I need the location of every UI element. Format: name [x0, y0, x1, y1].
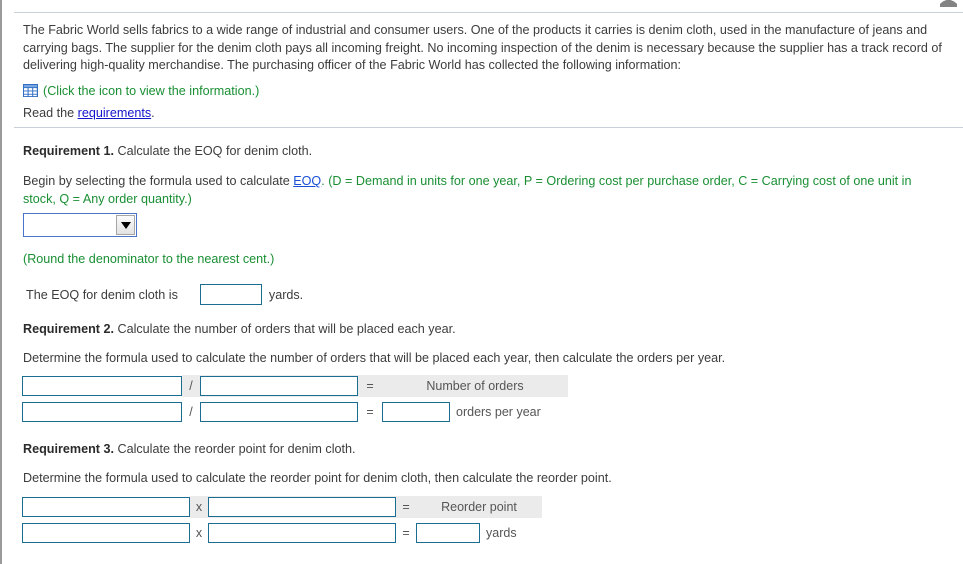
exercise-page: The Fabric World sells fabrics to a wide… [0, 0, 963, 564]
intro-paragraph: The Fabric World sells fabrics to a wide… [23, 23, 942, 72]
eoq-formula-dropdown[interactable] [23, 213, 137, 237]
eoq-answer-line: The EOQ for denim cloth is yards. [26, 284, 303, 305]
table-row [200, 375, 358, 397]
r2-row2-operand1-input[interactable] [22, 402, 182, 422]
requirements-link[interactable]: requirements [78, 106, 152, 120]
r2-row2-operand2-input[interactable] [200, 402, 358, 422]
table-grid-icon[interactable] [23, 84, 38, 97]
eoq-answer-input[interactable] [199, 284, 262, 305]
table-row [200, 401, 358, 423]
r3-result-unit: yards [486, 526, 517, 540]
requirement-1-label: Requirement 1. [23, 144, 114, 158]
requirement-1-title: Calculate the EOQ for denim cloth. [113, 144, 313, 158]
read-suffix: . [151, 105, 155, 120]
eoq-answer-unit: yards. [268, 287, 304, 302]
requirement-2-formula-grid: / = Number of orders / = orders per year [22, 375, 568, 423]
table-row [22, 522, 190, 544]
requirement-2-label: Requirement 2. [23, 322, 114, 336]
r2-row1-operand1-input[interactable] [22, 376, 182, 396]
read-requirements-line: Read the requirements. [23, 106, 951, 120]
requirement-3-label: Requirement 3. [23, 442, 114, 456]
chevron-down-icon[interactable] [116, 215, 135, 235]
requirement-3-instruction: Determine the formula used to calculate … [23, 471, 612, 485]
r3-row1-operand2-input[interactable] [208, 497, 396, 517]
table-row [208, 496, 396, 518]
r2-row1-equals: = [358, 375, 382, 397]
eoq-link[interactable]: EOQ [293, 174, 321, 188]
table-row [208, 522, 396, 544]
r3-result-label: Reorder point [416, 496, 542, 518]
divider-top [14, 12, 963, 13]
requirement-2-heading: Requirement 2. Calculate the number of o… [23, 322, 456, 336]
requirement-3-heading: Requirement 3. Calculate the reorder poi… [23, 442, 356, 456]
r2-result-cell: orders per year [382, 401, 568, 423]
table-row [22, 401, 182, 423]
r3-row2-equals: = [402, 526, 410, 540]
information-icon-row[interactable]: (Click the icon to view the information.… [23, 84, 951, 98]
r3-result-cell: yards [416, 522, 542, 544]
r2-result-input[interactable] [382, 402, 450, 422]
r3-row2-operand2-input[interactable] [208, 523, 396, 543]
table-row [22, 496, 190, 518]
r2-row2-equals: = [366, 405, 374, 419]
r3-row1-operator: x [190, 496, 208, 518]
r2-result-label: Number of orders [382, 375, 568, 397]
r3-row1-equals: = [396, 496, 416, 518]
r3-row2-operator: x [195, 526, 203, 540]
divider-mid [14, 127, 963, 128]
r2-row2-operator: / [189, 405, 193, 419]
intro-block: The Fabric World sells fabrics to a wide… [23, 22, 951, 120]
requirement-3-formula-grid: x = Reorder point x = yards [22, 496, 542, 544]
information-icon-caption[interactable]: (Click the icon to view the information.… [43, 84, 259, 98]
scroll-up-arrow-icon[interactable] [940, 0, 957, 7]
read-prefix: Read the [23, 105, 78, 120]
requirement-3-title: Calculate the reorder point for denim cl… [113, 442, 356, 456]
req1-instruction-prefix: Begin by selecting the formula used to c… [23, 174, 294, 188]
eoq-formula-dropdown-value [24, 214, 116, 236]
table-row [22, 375, 182, 397]
requirement-2-instruction: Determine the formula used to calculate … [23, 351, 726, 365]
r3-result-input[interactable] [416, 523, 480, 543]
r3-row1-operand1-input[interactable] [22, 497, 190, 517]
r2-row1-operator: / [182, 375, 200, 397]
eoq-answer-label: The EOQ for denim cloth is [26, 287, 178, 302]
requirement-1-heading: Requirement 1. Calculate the EOQ for den… [23, 144, 312, 158]
r2-row1-operand2-input[interactable] [200, 376, 358, 396]
requirement-1-instruction: Begin by selecting the formula used to c… [23, 173, 941, 208]
requirement-2-title: Calculate the number of orders that will… [113, 322, 456, 336]
rounding-note-denominator: (Round the denominator to the nearest ce… [23, 252, 275, 266]
r2-result-unit: orders per year [456, 405, 541, 419]
r3-row2-operand1-input[interactable] [22, 523, 190, 543]
